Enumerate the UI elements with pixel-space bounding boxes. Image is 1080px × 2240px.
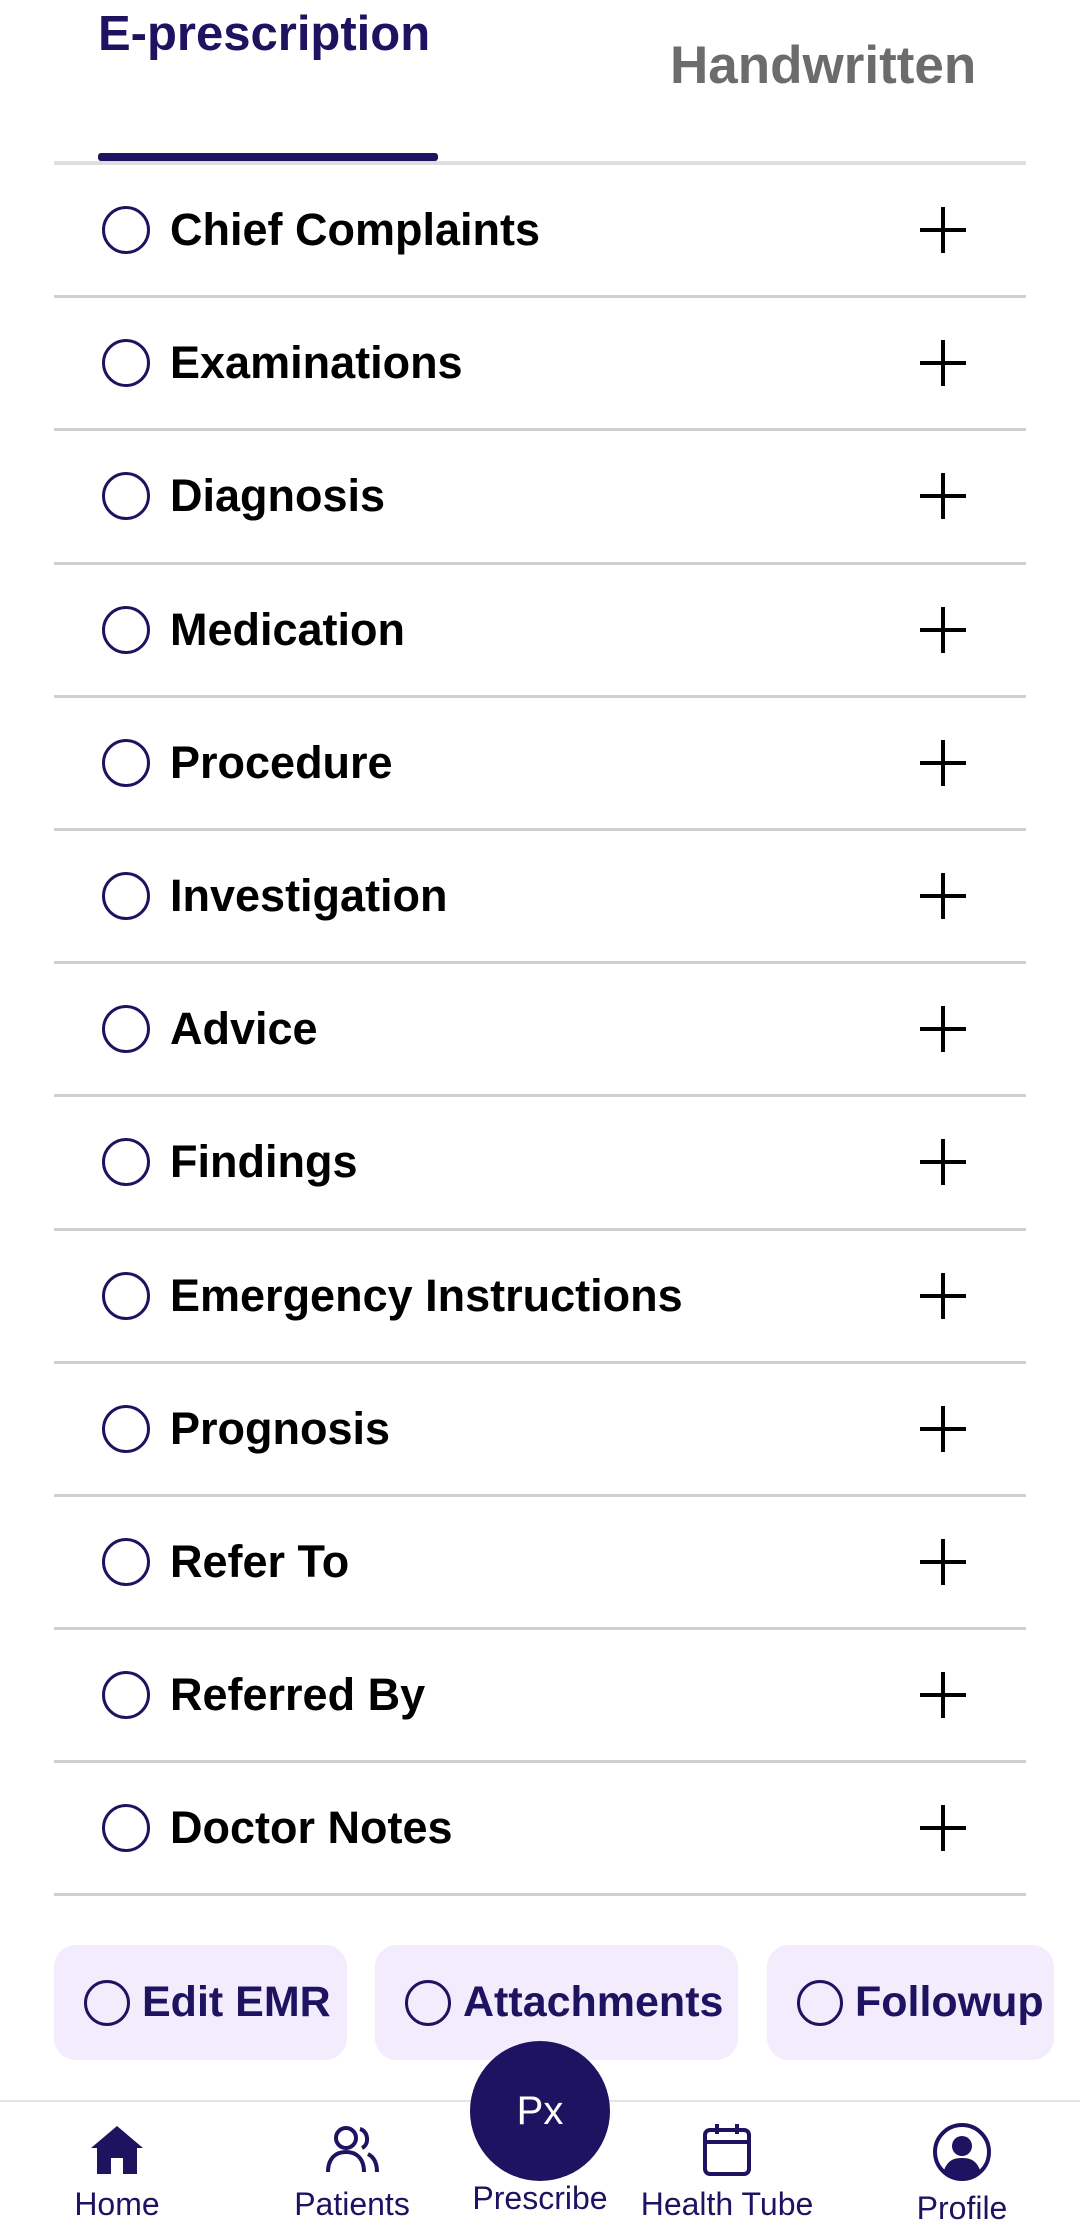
nav-health-tube-label: Health Tube (640, 2186, 814, 2222)
section-row-doctor-notes[interactable]: Doctor Notes (54, 1763, 1026, 1897)
radio-icon (84, 1979, 130, 2026)
plus-icon[interactable] (920, 739, 966, 786)
prescribe-fab[interactable]: Px (470, 2041, 610, 2181)
edit-emr-button[interactable]: Edit EMR (54, 1945, 347, 2060)
section-row-investigation[interactable]: Investigation (54, 831, 1026, 965)
radio-icon[interactable] (102, 339, 150, 388)
prescription-tabs: E-prescription Handwritten (54, 0, 1026, 165)
section-row-findings[interactable]: Findings (54, 1097, 1026, 1231)
section-row-referred-by[interactable]: Referred By (54, 1630, 1026, 1764)
nav-home-label: Home (74, 2186, 160, 2222)
plus-icon[interactable] (920, 1006, 966, 1053)
radio-icon[interactable] (102, 1671, 150, 1720)
plus-icon[interactable] (920, 1672, 966, 1719)
tab-handwritten[interactable]: Handwritten (670, 34, 976, 98)
followup-button[interactable]: Followup (767, 1945, 1054, 2060)
plus-icon[interactable] (920, 340, 966, 387)
plus-icon[interactable] (920, 207, 966, 254)
section-label: Findings (170, 1136, 358, 1188)
radio-icon[interactable] (102, 1537, 150, 1586)
radio-icon (797, 1979, 843, 2026)
nav-profile-label: Profile (916, 2190, 1008, 2226)
section-label: Medication (170, 603, 406, 655)
radio-icon[interactable] (102, 1404, 150, 1453)
section-label: Diagnosis (170, 470, 386, 522)
nav-patients-label: Patients (294, 2186, 410, 2222)
users-icon (326, 2126, 379, 2173)
attachments-label: Attachments (463, 1978, 724, 2026)
plus-icon[interactable] (920, 1805, 966, 1852)
prescription-screen: E-prescription Handwritten Chief Complai… (0, 0, 1080, 2240)
plus-icon[interactable] (920, 606, 966, 653)
section-list: Chief Complaints Examinations Diagnosis … (54, 165, 1026, 1897)
section-row-procedure[interactable]: Procedure (54, 698, 1026, 831)
calendar-icon (703, 2124, 751, 2176)
section-label: Refer To (170, 1535, 350, 1587)
section-label: Advice (170, 1003, 318, 1055)
active-tab-indicator (98, 153, 438, 161)
radio-icon[interactable] (102, 1271, 150, 1320)
section-label: Prognosis (170, 1402, 391, 1454)
plus-icon[interactable] (920, 1272, 966, 1319)
section-row-advice[interactable]: Advice (54, 964, 1026, 1098)
section-label: Chief Complaints (170, 204, 541, 256)
section-row-examinations[interactable]: Examinations (54, 298, 1026, 432)
section-label: Emergency Instructions (170, 1269, 683, 1321)
edit-emr-label: Edit EMR (142, 1978, 331, 2026)
radio-icon (405, 1979, 451, 2026)
radio-icon[interactable] (102, 1804, 150, 1853)
radio-icon[interactable] (102, 472, 150, 521)
section-row-refer-to[interactable]: Refer To (54, 1497, 1026, 1631)
section-label: Investigation (170, 870, 448, 922)
followup-label: Followup (855, 1978, 1044, 2026)
home-icon (91, 2126, 143, 2174)
nav-health-tube[interactable]: Health Tube (627, 2122, 827, 2223)
radio-icon[interactable] (102, 206, 150, 255)
radio-icon[interactable] (102, 872, 150, 921)
tab-eprescription[interactable]: E-prescription (98, 0, 438, 68)
nav-patients[interactable]: Patients (252, 2122, 452, 2223)
nav-home[interactable]: Home (17, 2122, 217, 2223)
plus-icon[interactable] (920, 473, 966, 520)
section-label: Referred By (170, 1669, 426, 1721)
section-label: Procedure (170, 736, 393, 788)
radio-icon[interactable] (102, 738, 150, 787)
nav-profile[interactable]: Profile (862, 2122, 1062, 2227)
plus-icon[interactable] (920, 873, 966, 920)
section-label: Doctor Notes (170, 1802, 453, 1854)
radio-icon[interactable] (102, 1005, 150, 1054)
plus-icon[interactable] (920, 1139, 966, 1186)
user-circle-icon (933, 2123, 991, 2181)
section-label: Examinations (170, 337, 463, 389)
plus-icon[interactable] (920, 1538, 966, 1585)
nav-prescribe-label[interactable]: Prescribe (440, 2180, 640, 2217)
section-row-emergency-instructions[interactable]: Emergency Instructions (54, 1231, 1026, 1364)
plus-icon[interactable] (920, 1405, 966, 1452)
section-row-medication[interactable]: Medication (54, 565, 1026, 698)
radio-icon[interactable] (102, 605, 150, 654)
section-row-prognosis[interactable]: Prognosis (54, 1364, 1026, 1497)
section-row-diagnosis[interactable]: Diagnosis (54, 431, 1026, 565)
section-row-chief-complaints[interactable]: Chief Complaints (54, 165, 1026, 299)
radio-icon[interactable] (102, 1138, 150, 1187)
